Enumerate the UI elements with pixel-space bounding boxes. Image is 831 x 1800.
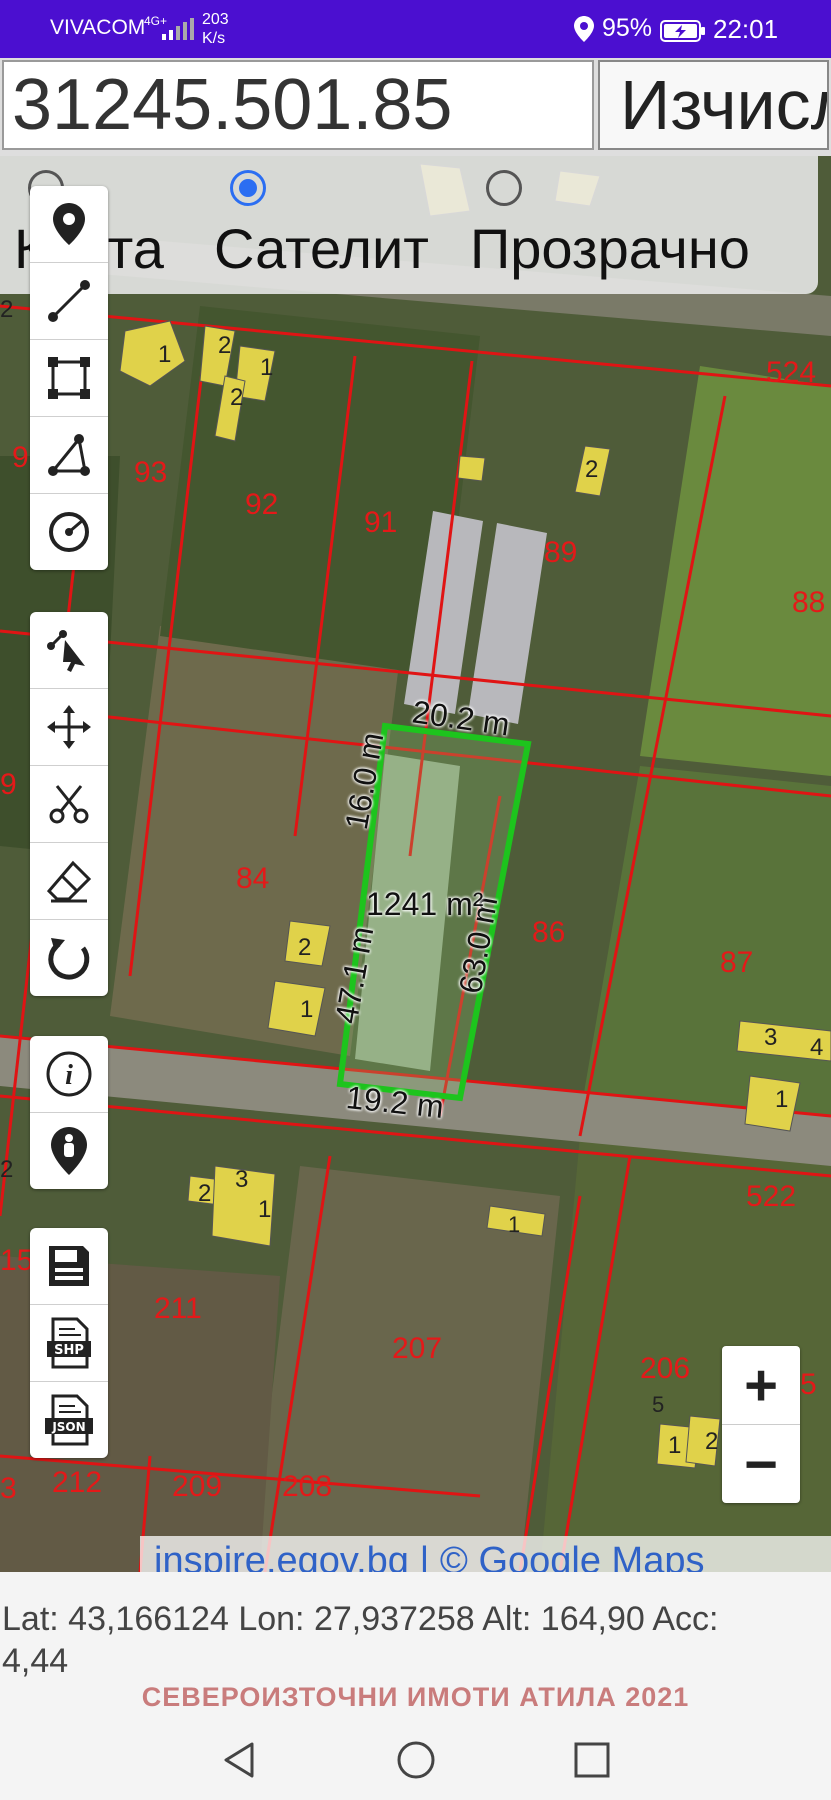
footer-title: СЕВЕРОИЗТОЧНИ ИМОТИ АТИЛА 2021: [141, 1682, 690, 1712]
clock: 22:01: [713, 14, 779, 44]
location-pin-icon: [53, 203, 85, 245]
coordinate-input[interactable]: 31245.501.85: [2, 60, 594, 150]
home-icon[interactable]: [396, 1740, 436, 1780]
polygon-area-icon: [48, 357, 90, 399]
signal-icon: [162, 18, 194, 40]
scissors-icon: [49, 785, 89, 824]
cut-button[interactable]: [30, 766, 108, 843]
gps-readout: Lat: 43,166124 Lon: 27,937258 Alt: 164,9…: [2, 1598, 828, 1682]
json-export-button[interactable]: JSON: [30, 1382, 108, 1458]
edit-select-button[interactable]: [30, 612, 108, 689]
svg-text:SHP: SHP: [54, 1343, 84, 1358]
battery-percent: 95%: [602, 14, 653, 42]
save-button[interactable]: [30, 1228, 108, 1305]
polygon-area-button[interactable]: [30, 340, 108, 417]
attribution-text[interactable]: inspire.egov.bg | © Google Maps: [154, 1540, 704, 1572]
coordinate-bar: 31245.501.85 Изчисл: [0, 58, 831, 156]
speed-unit: K/s: [202, 30, 226, 47]
line-measure-icon: [48, 280, 90, 322]
file-tools: SHP JSON: [30, 1228, 108, 1458]
radio-transparent[interactable]: [486, 170, 522, 206]
zoom-out-button[interactable]: −: [722, 1425, 800, 1503]
angle-icon: [48, 434, 90, 476]
back-icon[interactable]: [220, 1740, 260, 1780]
edge-length-label: 19.2 m: [344, 1078, 446, 1126]
shp-export-icon: SHP: [47, 1317, 91, 1369]
status-bar: VIVACOM 4G+ 203 K/s 95% 22:01: [0, 0, 831, 58]
undo-icon: [48, 938, 90, 980]
line-measure-button[interactable]: [30, 263, 108, 340]
circle-icon: [49, 512, 89, 552]
map-view[interactable]: 1 2 2 2 1 2 1 2 93 92 91 89 88 524 84 86…: [0, 156, 831, 1572]
edge-length-label: 47.1 m: [328, 923, 381, 1027]
svg-text:JSON: JSON: [51, 1420, 85, 1434]
location-pin-button[interactable]: [30, 186, 108, 263]
json-export-icon: JSON: [45, 1394, 93, 1446]
gps-line-2: 4,44: [2, 1642, 69, 1680]
edge-length-label: 16.0 m: [338, 729, 391, 833]
battery-charging-icon: [660, 20, 705, 42]
calculate-button[interactable]: Изчисл: [598, 60, 829, 150]
measurement-overlay: 20.2 m 16.0 m 47.1 m 63.0 m 19.2 m 1241 …: [0, 156, 831, 1572]
speed-value: 203: [202, 11, 229, 28]
info-button[interactable]: i: [30, 1036, 108, 1113]
gps-line-1: Lat: 43,166124 Lon: 27,937258 Alt: 164,9…: [2, 1600, 719, 1638]
my-location-button[interactable]: [30, 1113, 108, 1189]
area-label: 1241 m²: [366, 886, 484, 922]
edge-length-label: 20.2 m: [410, 693, 512, 743]
shp-export-button[interactable]: SHP: [30, 1305, 108, 1382]
location-status-icon: [574, 16, 594, 42]
radio-satellite[interactable]: [230, 170, 266, 206]
save-icon: [49, 1246, 89, 1286]
system-nav-bar: [0, 1722, 831, 1800]
network-speed: 203 K/s: [202, 10, 229, 48]
zoom-control: + −: [722, 1346, 800, 1503]
undo-button[interactable]: [30, 920, 108, 996]
recents-icon[interactable]: [572, 1740, 612, 1780]
info-tools: i: [30, 1036, 108, 1189]
label-satellite[interactable]: Сателит: [214, 216, 429, 281]
eraser-button[interactable]: [30, 843, 108, 920]
angle-button[interactable]: [30, 417, 108, 494]
map-attribution: inspire.egov.bg | © Google Maps: [140, 1536, 831, 1572]
layer-switcher: Карта Сателит Прозрачно: [0, 156, 818, 294]
zoom-in-button[interactable]: +: [722, 1346, 800, 1425]
edit-select-icon: [47, 630, 85, 672]
label-transparent[interactable]: Прозрачно: [470, 216, 750, 281]
info-icon: i: [46, 1051, 92, 1097]
drawing-tools: [30, 186, 108, 570]
move-icon: [47, 705, 91, 749]
eraser-icon: [46, 860, 92, 903]
svg-text:i: i: [65, 1060, 73, 1091]
carrier-name: VIVACOM: [50, 16, 146, 39]
move-button[interactable]: [30, 689, 108, 766]
circle-button[interactable]: [30, 494, 108, 570]
editing-tools: [30, 612, 108, 996]
person-location-icon: [51, 1127, 87, 1175]
